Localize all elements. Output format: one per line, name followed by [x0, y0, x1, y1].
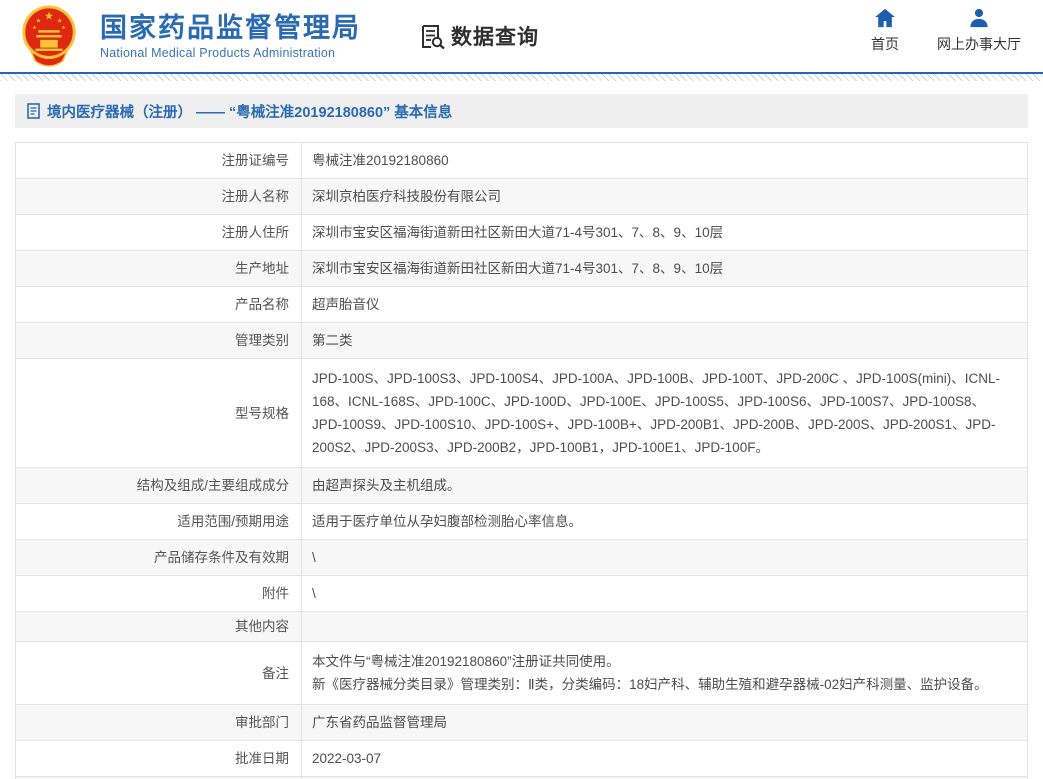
table-row: 审批部门广东省药品监督管理局	[16, 705, 1027, 741]
row-value: 2022-03-07	[301, 741, 1027, 776]
row-label: 批准日期	[16, 741, 301, 776]
row-label: 其他内容	[16, 612, 301, 641]
row-value: 第二类	[301, 323, 1027, 358]
data-query-label: 数据查询	[451, 21, 539, 51]
table-row: 管理类别第二类	[16, 323, 1027, 359]
row-value: 广东省药品监督管理局	[301, 705, 1027, 740]
table-row: 生产地址深圳市宝安区福海街道新田社区新田大道71-4号301、7、8、9、10层	[16, 251, 1027, 287]
national-emblem-logo: ★ ★ ★ ★ ★	[18, 3, 80, 69]
agency-title-block: 国家药品监督管理局 National Medical Products Admi…	[100, 13, 361, 60]
row-value	[301, 612, 1027, 641]
data-query-icon	[419, 23, 446, 50]
table-row: 其他内容	[16, 612, 1027, 642]
row-label: 注册人住所	[16, 215, 301, 250]
data-query-section[interactable]: 数据查询	[419, 21, 539, 51]
table-row: 注册证编号粤械注准20192180860	[16, 143, 1027, 179]
svg-text:★: ★	[44, 11, 54, 23]
row-value: 本文件与“粤械注准20192180860”注册证共同使用。 新《医疗器械分类目录…	[301, 642, 1027, 704]
svg-text:★: ★	[32, 25, 37, 31]
svg-text:★: ★	[61, 25, 66, 31]
table-row: 产品名称超声胎音仪	[16, 287, 1027, 323]
page-title-bar: 境内医疗器械（注册） —— “粤械注准20192180860” 基本信息	[15, 94, 1028, 128]
row-label: 产品储存条件及有效期	[16, 540, 301, 575]
nav-online-hall-label: 网上办事大厅	[937, 34, 1021, 54]
table-row: 注册人名称深圳京柏医疗科技股份有限公司	[16, 179, 1027, 215]
row-label: 适用范围/预期用途	[16, 504, 301, 539]
nav-home-label: 首页	[871, 34, 899, 54]
nav-online-hall[interactable]: 网上办事大厅	[937, 8, 1021, 54]
info-table: 注册证编号粤械注准20192180860注册人名称深圳京柏医疗科技股份有限公司注…	[15, 142, 1028, 779]
row-label: 型号规格	[16, 359, 301, 467]
row-label: 注册证编号	[16, 143, 301, 178]
row-value: 适用于医疗单位从孕妇腹部检测胎心率信息。	[301, 504, 1027, 539]
row-label: 结构及组成/主要组成成分	[16, 468, 301, 503]
nav-home[interactable]: 首页	[871, 8, 899, 54]
table-row: 型号规格JPD-100S、JPD-100S3、JPD-100S4、JPD-100…	[16, 359, 1027, 468]
table-row: 适用范围/预期用途适用于医疗单位从孕妇腹部检测胎心率信息。	[16, 504, 1027, 540]
table-row: 产品储存条件及有效期\	[16, 540, 1027, 576]
table-row: 备注本文件与“粤械注准20192180860”注册证共同使用。 新《医疗器械分类…	[16, 642, 1027, 705]
user-icon	[968, 8, 990, 28]
row-label: 生产地址	[16, 251, 301, 286]
table-row: 附件\	[16, 576, 1027, 612]
row-value: 深圳市宝安区福海街道新田社区新田大道71-4号301、7、8、9、10层	[301, 251, 1027, 286]
main-content: 境内医疗器械（注册） —— “粤械注准20192180860” 基本信息 注册证…	[15, 94, 1028, 779]
document-icon	[27, 103, 40, 119]
row-value: 深圳市宝安区福海街道新田社区新田大道71-4号301、7、8、9、10层	[301, 215, 1027, 250]
row-value: 超声胎音仪	[301, 287, 1027, 322]
row-value: 粤械注准20192180860	[301, 143, 1027, 178]
header-hatch-strip	[0, 74, 1043, 81]
row-label: 备注	[16, 642, 301, 704]
header-nav: 首页 网上办事大厅	[871, 8, 1021, 54]
row-value: JPD-100S、JPD-100S3、JPD-100S4、JPD-100A、JP…	[301, 359, 1027, 467]
row-value: 深圳京柏医疗科技股份有限公司	[301, 179, 1027, 214]
table-row: 批准日期2022-03-07	[16, 741, 1027, 777]
page-title: 境内医疗器械（注册） —— “粤械注准20192180860” 基本信息	[47, 101, 452, 122]
site-header: ★ ★ ★ ★ ★ 国家药品监督管理局 National Medical Pro…	[0, 0, 1043, 72]
row-label: 审批部门	[16, 705, 301, 740]
table-row: 注册人住所深圳市宝安区福海街道新田社区新田大道71-4号301、7、8、9、10…	[16, 215, 1027, 251]
row-label: 管理类别	[16, 323, 301, 358]
table-row: 结构及组成/主要组成成分由超声探头及主机组成。	[16, 468, 1027, 504]
row-value: 由超声探头及主机组成。	[301, 468, 1027, 503]
svg-text:★: ★	[57, 17, 62, 24]
row-label: 注册人名称	[16, 179, 301, 214]
home-icon	[874, 8, 896, 28]
agency-name-en: National Medical Products Administration	[100, 46, 361, 60]
row-value: \	[301, 576, 1027, 611]
row-label: 产品名称	[16, 287, 301, 322]
svg-text:★: ★	[36, 17, 41, 24]
row-label: 附件	[16, 576, 301, 611]
agency-name-cn: 国家药品监督管理局	[100, 13, 361, 43]
row-value: \	[301, 540, 1027, 575]
